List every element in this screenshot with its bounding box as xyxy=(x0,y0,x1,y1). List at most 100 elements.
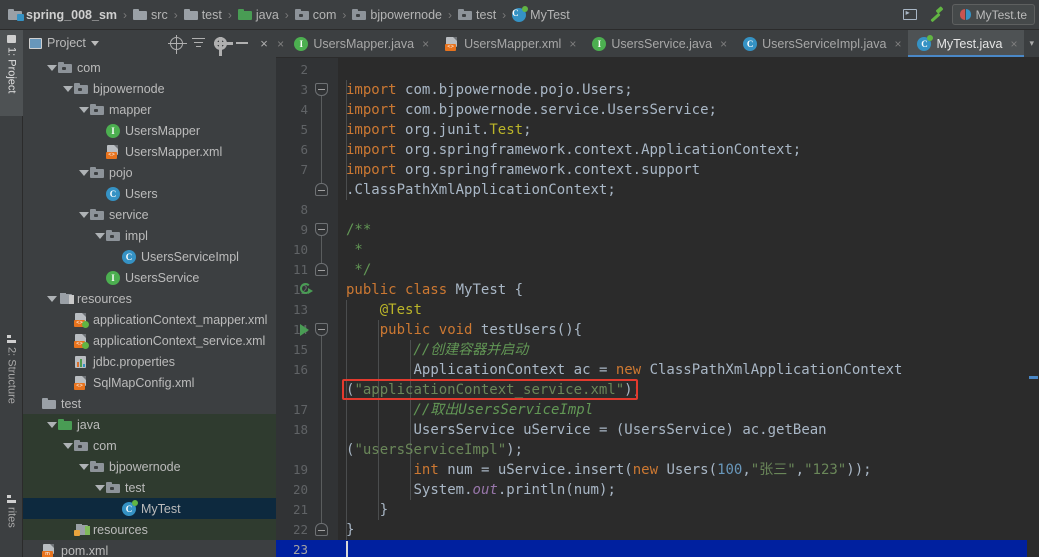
project-panel-title-group[interactable]: Project xyxy=(29,36,99,50)
tree-expand-arrow-icon[interactable] xyxy=(77,463,90,470)
tree-node-pom-xml[interactable]: m pom.xml xyxy=(23,540,276,557)
editor-area: × I UsersMapper.java × <> UsersMapper.xml × I U… xyxy=(276,30,1039,557)
editor-tab-close-icon[interactable]: × xyxy=(422,37,429,51)
toolbar-right: MyTest.te xyxy=(900,4,1039,25)
tree-node-service[interactable]: service xyxy=(23,204,276,225)
tree-expand-arrow-icon[interactable] xyxy=(61,442,74,449)
tree-node-com[interactable]: com xyxy=(23,57,276,78)
tree-node-applicationcontext-mapper-xml[interactable]: <> applicationContext_mapper.xml xyxy=(23,309,276,330)
line-number: 13 xyxy=(292,302,308,317)
breadcrumb-item-test[interactable]: test xyxy=(458,8,496,22)
editor-tab-usersmapper-java[interactable]: I UsersMapper.java × xyxy=(285,30,436,57)
tree-node-pojo[interactable]: pojo xyxy=(23,162,276,183)
editor-tabs-overflow-icon[interactable]: ▾ xyxy=(1024,30,1039,57)
locate-icon[interactable] xyxy=(166,33,187,54)
breadcrumb-item-java[interactable]: java xyxy=(237,8,279,22)
code-content[interactable]: import com.bjpowernode.pojo.Users; import… xyxy=(338,58,1039,557)
tree-node-label: UsersMapper xyxy=(125,123,201,138)
code-line: import org.springframework.context.suppo… xyxy=(346,162,701,178)
editor-tab-close-icon[interactable]: × xyxy=(569,37,576,51)
class-icon: C xyxy=(106,186,120,201)
tool-window-button-2-structure[interactable]: 2: Structure xyxy=(0,330,23,430)
breadcrumb-item-label: spring_008_sm xyxy=(26,7,118,22)
project-view-icon xyxy=(29,37,42,49)
breadcrumb-item-com[interactable]: com xyxy=(294,8,336,22)
chevron-down-icon[interactable] xyxy=(90,40,99,46)
tree-node-usersmapper[interactable]: I UsersMapper xyxy=(23,120,276,141)
fold-region-end-icon[interactable] xyxy=(315,263,328,276)
tree-node-users[interactable]: C Users xyxy=(23,183,276,204)
tree-node-java[interactable]: java xyxy=(23,414,276,435)
current-line-highlight xyxy=(338,540,1039,557)
tree-node-resources[interactable]: resources xyxy=(23,519,276,540)
editor-tab-usersmapper-xml[interactable]: <> UsersMapper.xml × xyxy=(436,30,583,57)
terminal-icon[interactable] xyxy=(900,5,920,25)
breadcrumb-item-src[interactable]: src xyxy=(133,8,168,22)
editor-tab-close-icon[interactable]: × xyxy=(1010,37,1017,51)
run-method-gutter-icon[interactable] xyxy=(300,324,309,336)
tree-node-test[interactable]: test xyxy=(23,393,276,414)
breadcrumb-item-bjpowernode[interactable]: bjpowernode xyxy=(352,8,442,22)
breadcrumb-item-mytest[interactable]: C MyTest xyxy=(512,5,570,22)
editor-tab-close-icon[interactable]: × xyxy=(894,37,901,51)
fold-region-end-icon[interactable] xyxy=(315,523,328,536)
fold-collapse-icon[interactable] xyxy=(315,223,328,236)
editor-tab-mytest-java[interactable]: C MyTest.java × xyxy=(908,30,1025,57)
tab-close-all-icon[interactable]: × xyxy=(276,30,285,57)
breadcrumb-item-spring-008-sm[interactable]: spring_008_sm xyxy=(8,8,117,22)
collapse-all-icon[interactable] xyxy=(188,33,208,53)
tree-node-impl[interactable]: impl xyxy=(23,225,276,246)
run-class-gutter-icon[interactable] xyxy=(300,283,314,297)
tree-node-usersserviceimpl[interactable]: C UsersServiceImpl xyxy=(23,246,276,267)
tree-node-resources[interactable]: resources xyxy=(23,288,276,309)
code-line: System.out.println(num); xyxy=(413,482,616,498)
tree-node-mapper[interactable]: mapper xyxy=(23,99,276,120)
tree-expand-arrow-icon[interactable] xyxy=(93,232,106,239)
fold-collapse-icon[interactable] xyxy=(315,83,328,96)
editor-tab-label: UsersMapper.xml xyxy=(464,36,562,51)
close-panel-icon[interactable]: × xyxy=(254,33,274,53)
tree-node-usersservice[interactable]: I UsersService xyxy=(23,267,276,288)
tool-window-button-rites[interactable]: rites xyxy=(0,490,23,557)
tree-expand-arrow-icon[interactable] xyxy=(61,85,74,92)
tree-expand-arrow-icon[interactable] xyxy=(45,64,58,71)
breadcrumb: spring_008_sm › src › test › java › com › bjpowern… xyxy=(0,5,900,22)
tree-node-applicationcontext-service-xml[interactable]: <> applicationContext_service.xml xyxy=(23,330,276,351)
breadcrumb-item-label: test xyxy=(201,7,222,22)
tree-expand-arrow-icon[interactable] xyxy=(77,106,90,113)
tree-node-com[interactable]: com xyxy=(23,435,276,456)
tool-window-button-1-project[interactable]: 1: Project xyxy=(0,30,23,116)
error-stripe-scrollbar[interactable] xyxy=(1027,58,1039,557)
settings-gear-icon[interactable] xyxy=(210,33,233,56)
tree-node-usersmapper-xml[interactable]: <> UsersMapper.xml xyxy=(23,141,276,162)
run-configuration-selector[interactable]: MyTest.te xyxy=(951,4,1035,25)
build-hammer-icon[interactable] xyxy=(926,5,946,25)
fold-region-end-icon[interactable] xyxy=(315,183,328,196)
tree-node-sqlmapconfig-xml[interactable]: <> SqlMapConfig.xml xyxy=(23,372,276,393)
tree-node-mytest[interactable]: C MyTest xyxy=(23,498,276,519)
tree-node-jdbc-properties[interactable]: jdbc.properties xyxy=(23,351,276,372)
tree-expand-arrow-icon[interactable] xyxy=(77,169,90,176)
editor-tab-close-icon[interactable]: × xyxy=(720,37,727,51)
fold-collapse-icon[interactable] xyxy=(315,323,328,336)
breadcrumb-item-test[interactable]: test xyxy=(183,7,222,22)
code-line: import org.springframework.context.Appli… xyxy=(346,142,802,158)
tree-node-test[interactable]: test xyxy=(23,477,276,498)
tree-node-icon-wrap xyxy=(74,523,91,536)
tree-expand-arrow-icon[interactable] xyxy=(45,295,58,302)
tree-node-label: bjpowernode xyxy=(93,81,165,96)
tree-expand-arrow-icon[interactable] xyxy=(77,211,90,218)
tree-expand-arrow-icon[interactable] xyxy=(93,484,106,491)
editor-tab-label: UsersService.java xyxy=(611,36,713,51)
tree-node-label: MyTest xyxy=(141,501,181,516)
tree-node-icon-wrap: <> xyxy=(74,375,91,390)
editor-gutter[interactable]: 2 3 4 5 6 7 8 9 10 11 12 13 14 15 16 17 18 19 20 21 22 23 xyxy=(276,58,338,557)
fold-column[interactable] xyxy=(312,58,332,557)
tree-node-bjpowernode[interactable]: bjpowernode xyxy=(23,78,276,99)
tree-node-label: com xyxy=(93,438,117,453)
tree-node-bjpowernode[interactable]: bjpowernode xyxy=(23,456,276,477)
editor-tab-usersservice-java[interactable]: I UsersService.java × xyxy=(583,30,734,57)
tree-expand-arrow-icon[interactable] xyxy=(45,421,58,428)
hide-panel-icon[interactable] xyxy=(232,33,252,53)
editor-tab-usersserviceimpl-java[interactable]: C UsersServiceImpl.java × xyxy=(734,30,908,57)
